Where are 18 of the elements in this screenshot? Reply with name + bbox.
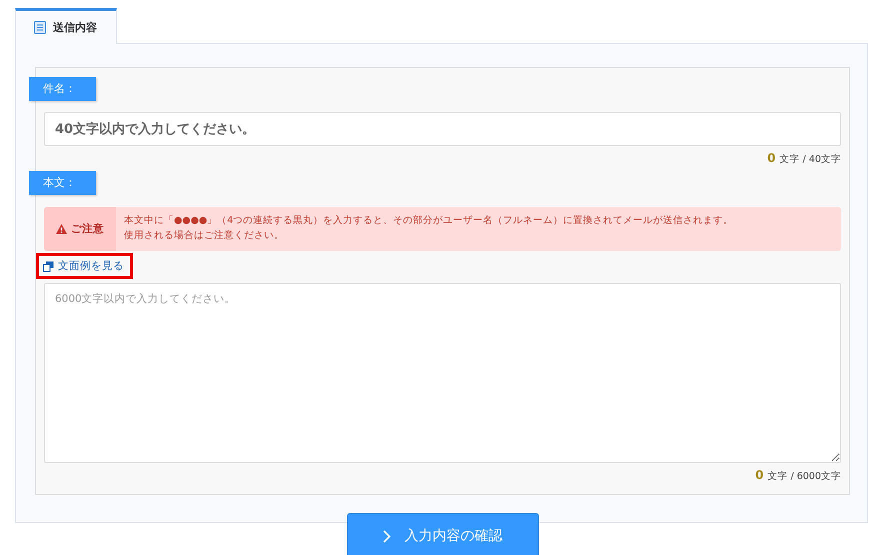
document-icon	[34, 21, 46, 34]
confirm-button[interactable]: 入力内容の確認	[346, 513, 538, 555]
warning-icon	[56, 224, 67, 234]
example-link[interactable]: 文面例を見る	[43, 259, 126, 273]
field-label: 件名：	[29, 77, 96, 101]
notice-text: 本文中に「●●●●」（4つの連続する黒丸）を入力すると、その部分がユーザー名（フルネーム）に置換されてメールが送信されます。	[124, 214, 734, 228]
character-limit: 文字 / 6000文字	[768, 470, 841, 483]
field-label: 本文：	[29, 171, 96, 195]
notice-text: 使用される場合はご注意ください。	[124, 229, 285, 243]
tab[interactable]: 送信内容	[15, 8, 117, 44]
character-count: 0	[755, 468, 764, 482]
new-window-icon	[43, 260, 54, 272]
body-field[interactable]: 6000文字以内で入力してください。	[44, 283, 841, 463]
character-limit: 文字 / 40文字	[780, 153, 841, 166]
notice-heading: ご注意	[71, 222, 104, 236]
character-count: 0	[767, 151, 776, 165]
subject-field[interactable]: 40文字以内で入力してください。	[44, 112, 841, 146]
chevron-right-icon	[382, 530, 390, 542]
